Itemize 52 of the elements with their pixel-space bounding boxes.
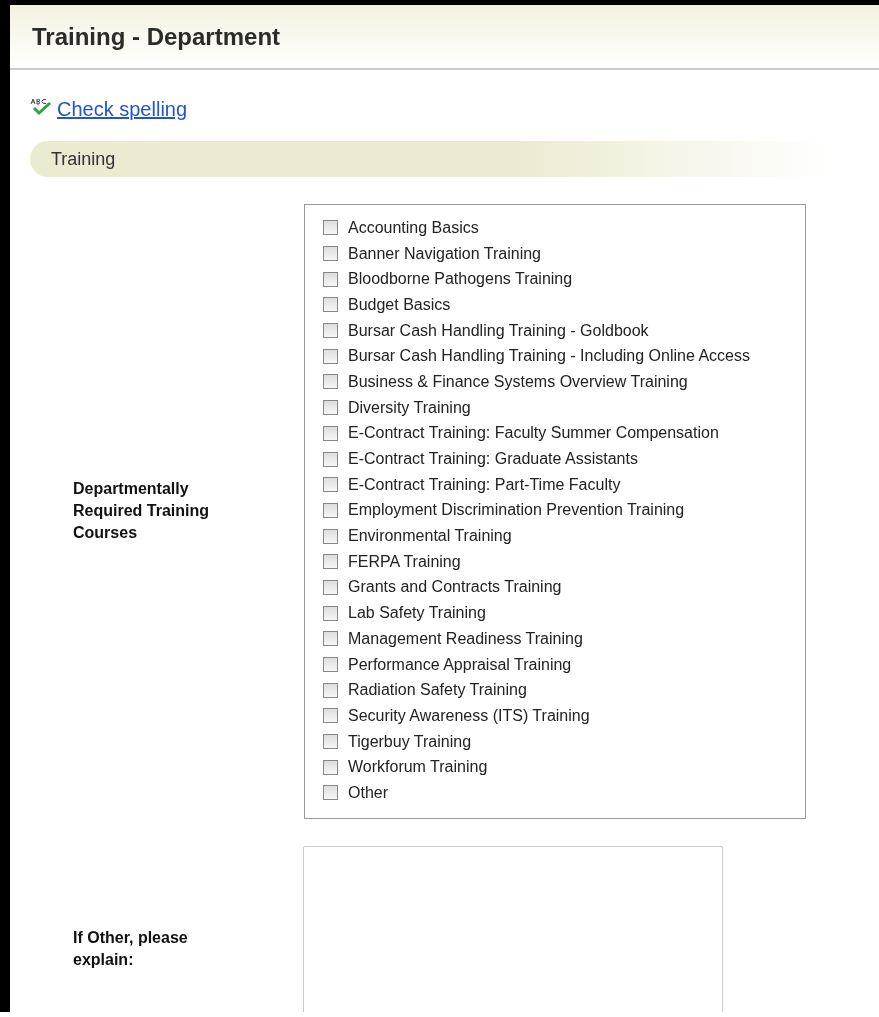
page-title: Training - Department [32,22,281,51]
checkbox-label: Diversity Training [348,398,471,417]
checkbox[interactable] [323,477,338,493]
spellcheck-icon [30,99,52,115]
checkbox[interactable] [323,605,338,621]
checkbox-label: Banner Navigation Training [348,244,541,263]
checkbox[interactable] [323,220,338,236]
checkbox[interactable] [323,579,338,595]
checkbox-label: Business & Finance Systems Overview Training [348,372,688,391]
checkbox-label: Grants and Contracts Training [348,578,562,597]
checkbox-label: Accounting Basics [348,218,479,237]
checkbox-label: Budget Basics [348,295,451,314]
checkbox[interactable] [323,759,338,775]
checkbox[interactable] [323,246,338,262]
checkbox-label: Performance Appraisal Training [348,655,572,674]
checkbox-label: E-Contract Training: Part-Time Faculty [348,475,621,494]
checkbox-label: Workforum Training [348,758,488,777]
checkbox-label: Security Awareness (ITS) Training [348,706,590,725]
checkbox[interactable] [323,323,338,339]
checkbox[interactable] [323,271,338,287]
checkbox[interactable] [323,451,338,467]
section-title: Training [51,148,116,170]
checkbox-label: Lab Safety Training [348,604,486,623]
checkbox[interactable] [323,425,338,441]
checkbox[interactable] [323,682,338,698]
checkbox[interactable] [323,400,338,416]
checkbox[interactable] [323,734,338,750]
field-label: Departmentally Required Training Courses [73,479,210,544]
checkbox-label: Bursar Cash Handling Training - Including Online Access [348,347,750,366]
checkbox-label: Other [348,783,388,802]
check-spelling-link[interactable]: Check spelling [57,98,188,121]
checkbox-label: Bursar Cash Handling Training - Goldbook [348,321,649,340]
checkbox[interactable] [323,297,338,313]
checkbox-label: E-Contract Training: Graduate Assistants [348,450,638,469]
checkbox-label: FERPA Training [348,552,461,571]
checkbox-label: Environmental Training [348,527,512,546]
checkbox-label: E-Contract Training: Faculty Summer Compensation [348,424,719,443]
checkbox-label: Management Readiness Training [348,629,583,648]
checkbox-label: Radiation Safety Training [348,681,527,700]
checkbox-label: Bloodborne Pathogens Training [348,270,573,289]
checkbox[interactable] [323,785,338,801]
checkbox[interactable] [323,708,338,724]
checkbox[interactable] [323,528,338,544]
checkbox[interactable] [323,348,338,364]
checkbox[interactable] [323,657,338,673]
field-label: If Other, please explain: [73,927,189,970]
checkbox[interactable] [323,554,338,570]
checkbox-label: Tigerbuy Training [348,732,472,751]
checkbox[interactable] [323,374,338,390]
checkbox-label: Employment Discrimination Prevention Training [348,501,685,520]
checkbox[interactable] [323,631,338,647]
checkbox[interactable] [323,502,338,518]
